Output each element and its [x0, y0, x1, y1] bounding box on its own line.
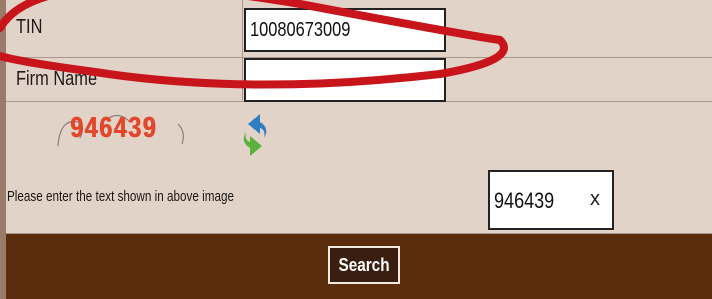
firm-name-input[interactable] [244, 58, 446, 102]
tin-input-value: 10080673009 [250, 19, 351, 41]
clear-icon[interactable]: x [590, 188, 600, 211]
search-button[interactable]: Search [328, 246, 400, 284]
refresh-icon[interactable] [240, 110, 270, 160]
captcha-prompt: Please enter the text shown in above ima… [7, 188, 234, 205]
firm-name-label: Firm Name [16, 68, 98, 90]
tin-input[interactable]: 10080673009 [244, 8, 446, 52]
search-button-label: Search [338, 255, 390, 275]
divider [242, 0, 243, 58]
captcha-input-value: 946439 [494, 188, 555, 213]
divider [242, 58, 243, 102]
captcha-text: 946439 [70, 112, 158, 144]
captcha-input[interactable]: 946439 x [488, 170, 614, 230]
tin-label: TIN [16, 16, 43, 38]
